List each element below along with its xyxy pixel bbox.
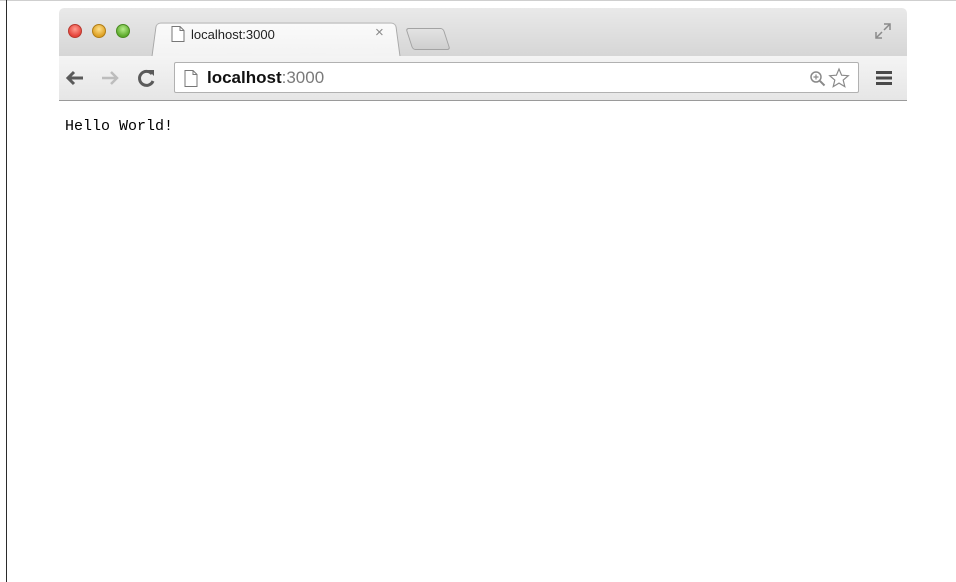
page-body-text: Hello World!	[65, 118, 174, 135]
back-arrow-icon[interactable]	[64, 68, 86, 88]
page-info-icon[interactable]	[184, 70, 198, 87]
url-host: localhost	[207, 68, 282, 87]
screen-edge-top	[0, 0, 956, 1]
navigation-toolbar: localhost:3000	[59, 56, 907, 101]
address-bar[interactable]: localhost:3000	[174, 62, 859, 93]
reload-icon[interactable]	[136, 68, 158, 88]
new-tab-button[interactable]	[405, 28, 451, 50]
star-icon[interactable]	[828, 67, 850, 89]
fullscreen-icon[interactable]	[874, 22, 892, 40]
hamburger-menu-icon[interactable]	[875, 70, 893, 86]
url-port: :3000	[281, 68, 325, 87]
forward-arrow-icon[interactable]	[99, 68, 121, 88]
page-content: Hello World!	[59, 101, 907, 582]
maximize-window-button[interactable]	[116, 24, 130, 38]
zoom-icon[interactable]	[809, 70, 826, 87]
tab-close-icon[interactable]: ×	[375, 24, 384, 41]
title-bar: localhost:3000 ×	[59, 8, 907, 60]
screen-edge-left	[6, 0, 7, 582]
document-icon	[171, 26, 185, 42]
address-bar-url[interactable]: localhost:3000	[207, 68, 324, 88]
close-window-button[interactable]	[68, 24, 82, 38]
browser-window: localhost:3000 × localhost:3000 Hello Wo…	[59, 8, 907, 582]
browser-tab-content: localhost:3000 ×	[169, 23, 394, 47]
minimize-window-button[interactable]	[92, 24, 106, 38]
tab-title: localhost:3000	[191, 27, 275, 42]
